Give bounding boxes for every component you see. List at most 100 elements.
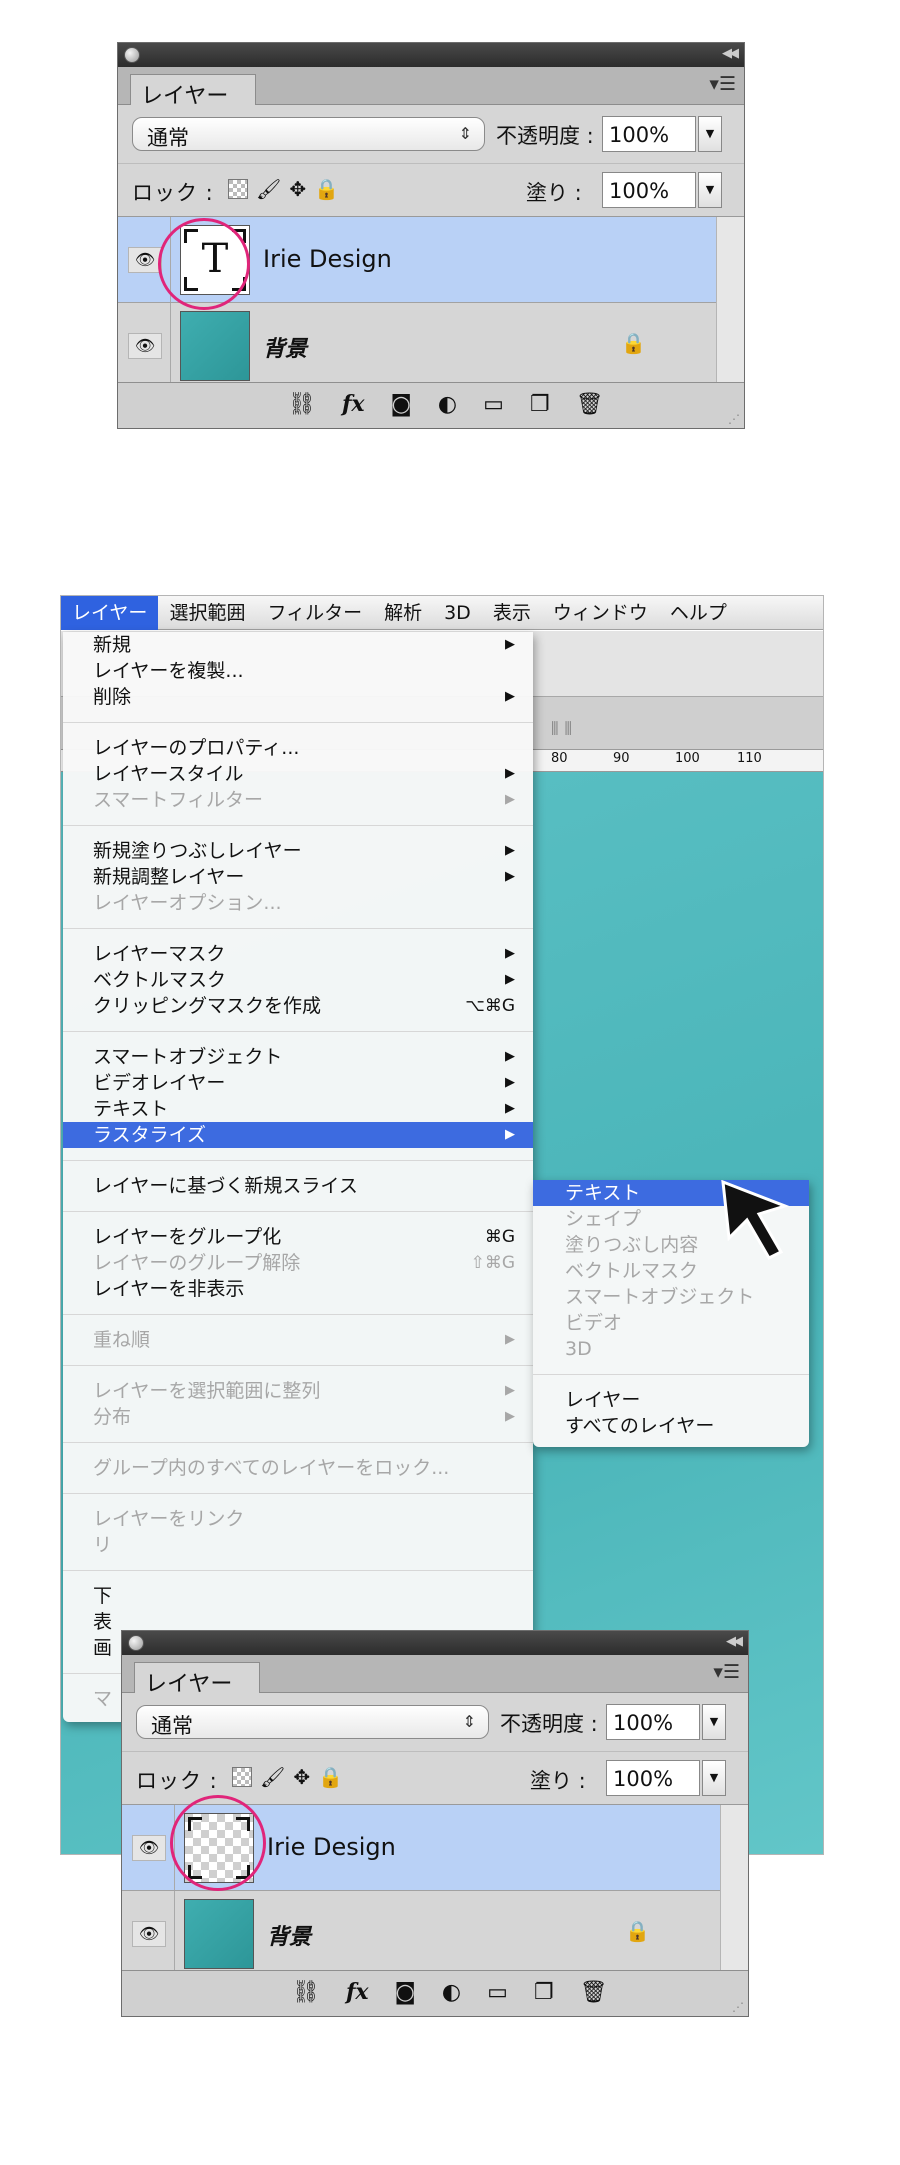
panel-menu-icon[interactable]: ▾☰ — [709, 73, 736, 95]
adjustment-layer-icon[interactable]: ◐ — [442, 1980, 461, 2005]
close-icon[interactable] — [128, 1635, 144, 1651]
lock-paint-brush-icon[interactable]: 🖌 — [256, 177, 281, 201]
layer-name[interactable]: 背景 — [263, 331, 307, 363]
menu-item[interactable]: すべてのレイヤー — [533, 1413, 809, 1439]
menu-item-label: テキスト — [565, 1182, 641, 1204]
menu-item[interactable]: レイヤーを複製... — [63, 658, 533, 684]
add-mask-icon[interactable]: ◙ — [395, 1980, 416, 2005]
menubar-view[interactable]: 表示 — [482, 596, 542, 630]
fill-dropdown-icon[interactable]: ▼ — [702, 1760, 726, 1796]
menu-item[interactable]: テキスト ▶ — [63, 1096, 533, 1122]
link-layers-icon[interactable]: ⛓ — [288, 392, 316, 417]
visibility-eye-icon[interactable]: 👁 — [128, 247, 162, 273]
menu-item[interactable]: 下 — [63, 1583, 533, 1609]
menu-item[interactable]: レイヤースタイル ▶ — [63, 761, 533, 787]
menubar-select[interactable]: 選択範囲 — [158, 596, 256, 630]
close-icon[interactable] — [124, 47, 140, 63]
menu-item-label: 塗りつぶし内容 — [565, 1234, 699, 1256]
tab-layers[interactable]: レイヤー — [130, 74, 256, 109]
lock-all-padlock-icon[interactable]: 🔒 — [314, 177, 339, 201]
menu-item[interactable]: レイヤーをグループ化 ⌘G — [63, 1224, 533, 1250]
menu-item: レイヤーをリンク — [63, 1506, 533, 1532]
layer-row-irie-design[interactable]: 👁 T Irie Design — [118, 217, 716, 303]
collapse-icon[interactable]: ◀◀ — [726, 1634, 743, 1649]
menu-item[interactable]: 新規調整レイヤー ▶ — [63, 864, 533, 890]
new-group-folder-icon[interactable]: ▭ — [483, 392, 504, 417]
menu-item-label: グループ内のすべてのレイヤーをロック... — [93, 1457, 450, 1479]
submenu-arrow-icon: ▶ — [505, 766, 515, 781]
visibility-eye-icon[interactable]: 👁 — [132, 1921, 166, 1947]
menubar-analysis[interactable]: 解析 — [373, 596, 433, 630]
menu-item[interactable]: レイヤーのプロパティ... — [63, 735, 533, 761]
menubar-layer[interactable]: レイヤー — [61, 596, 159, 630]
menu-item-label: 新規 — [93, 634, 132, 656]
new-group-folder-icon[interactable]: ▭ — [487, 1980, 508, 2005]
menu-item-label: ビデオ — [565, 1312, 623, 1334]
menu-item[interactable]: ラスタライズ ▶ — [63, 1122, 533, 1148]
resize-grip-icon[interactable]: ⋰ — [728, 412, 740, 426]
menu-item[interactable]: ベクトルマスク ▶ — [63, 967, 533, 993]
menu-item-label: 下 — [93, 1585, 113, 1607]
menu-item[interactable]: 新規 ▶ — [63, 632, 533, 658]
menu-item[interactable]: スマートオブジェクト ▶ — [63, 1044, 533, 1070]
lock-paint-brush-icon[interactable]: 🖌 — [260, 1765, 285, 1789]
blend-row: 通常 ⇕ 不透明度 : 100% ▼ — [118, 105, 744, 163]
link-layers-icon[interactable]: ⛓ — [292, 1980, 320, 2005]
layer-name[interactable]: Irie Design — [263, 245, 392, 273]
lock-all-padlock-icon[interactable]: 🔒 — [318, 1765, 343, 1789]
menubar-help[interactable]: ヘルプ — [659, 596, 738, 630]
fill-field[interactable]: 100% — [606, 1760, 700, 1796]
add-mask-icon[interactable]: ◙ — [391, 392, 412, 417]
lock-position-move-icon[interactable]: ✥ — [293, 1765, 310, 1789]
resize-grip-icon[interactable]: ⋰ — [732, 2000, 744, 2014]
menu-item[interactable]: レイヤーを非表示 — [63, 1276, 533, 1302]
lock-transparency-icon[interactable] — [232, 1767, 252, 1787]
trash-icon[interactable]: 🗑 — [580, 1980, 608, 2005]
menu-item[interactable]: レイヤーに基づく新規スライス — [63, 1173, 533, 1199]
tab-layers[interactable]: レイヤー — [134, 1662, 260, 1697]
visibility-eye-icon[interactable]: 👁 — [132, 1835, 166, 1861]
layer-row-background[interactable]: 👁 背景 🔒 — [122, 1891, 720, 1977]
menu-item[interactable]: ビデオレイヤー ▶ — [63, 1070, 533, 1096]
layer-name[interactable]: 背景 — [267, 1919, 311, 1951]
blend-mode-select[interactable]: 通常 ⇕ — [132, 117, 485, 151]
menu-item-label: 重ね順 — [93, 1329, 151, 1351]
panel-menu-icon[interactable]: ▾☰ — [713, 1661, 740, 1683]
menu-item[interactable]: レイヤーマスク ▶ — [63, 941, 533, 967]
lock-position-move-icon[interactable]: ✥ — [289, 177, 306, 201]
layer-lock-icon: 🔒 — [625, 1919, 650, 1943]
new-layer-icon[interactable]: ❐ — [534, 1980, 554, 2005]
menu-item-label: レイヤーマスク — [93, 943, 226, 965]
fill-dropdown-icon[interactable]: ▼ — [698, 172, 722, 208]
layer-row-background[interactable]: 👁 背景 🔒 — [118, 303, 716, 389]
menu-item[interactable]: 削除 ▶ — [63, 684, 533, 710]
menubar-window[interactable]: ウィンドウ — [542, 596, 659, 630]
trash-icon[interactable]: 🗑 — [576, 392, 604, 417]
scrollbar[interactable] — [716, 217, 744, 382]
fill-field[interactable]: 100% — [602, 172, 696, 208]
blend-row: 通常 ⇕ 不透明度 : 100% ▼ — [122, 1693, 748, 1751]
layer-style-fx-icon[interactable]: fx — [346, 1979, 369, 2005]
opacity-field[interactable]: 100% — [602, 116, 696, 152]
lock-icons: 🖌 ✥ 🔒 — [232, 1765, 343, 1789]
menu-item[interactable]: 新規塗りつぶしレイヤー ▶ — [63, 838, 533, 864]
menubar-filter[interactable]: フィルター — [256, 596, 373, 630]
menu-item[interactable]: レイヤー — [533, 1387, 809, 1413]
blend-mode-select[interactable]: 通常 ⇕ — [136, 1705, 489, 1739]
opacity-dropdown-icon[interactable]: ▼ — [702, 1704, 726, 1740]
layer-row-irie-design[interactable]: 👁 Irie Design — [122, 1805, 720, 1891]
collapse-icon[interactable]: ◀◀ — [722, 46, 739, 61]
menu-item[interactable]: クリッピングマスクを作成 ⌥⌘G — [63, 993, 533, 1019]
lock-transparency-icon[interactable] — [228, 179, 248, 199]
new-layer-icon[interactable]: ❐ — [530, 392, 550, 417]
visibility-eye-icon[interactable]: 👁 — [128, 333, 162, 359]
layer-name[interactable]: Irie Design — [267, 1833, 396, 1861]
opacity-dropdown-icon[interactable]: ▼ — [698, 116, 722, 152]
scrollbar[interactable] — [720, 1805, 748, 1970]
adjustment-layer-icon[interactable]: ◐ — [438, 392, 457, 417]
align-icons[interactable]: ⫴ ⦀ — [551, 719, 572, 740]
menu-item-label: スマートフィルター — [93, 789, 264, 811]
menubar-3d[interactable]: 3D — [433, 596, 482, 630]
opacity-field[interactable]: 100% — [606, 1704, 700, 1740]
layer-style-fx-icon[interactable]: fx — [342, 391, 365, 417]
